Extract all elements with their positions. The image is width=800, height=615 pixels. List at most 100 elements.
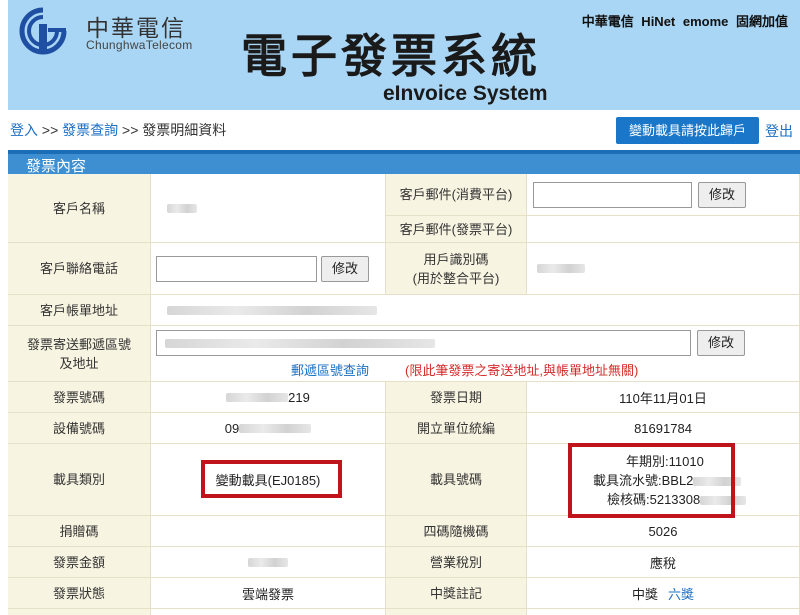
device-number-label: 設備號碼 bbox=[8, 413, 151, 444]
invoice-number-label: 發票號碼 bbox=[8, 382, 151, 413]
billing-address-label-text: 客戶帳單地址 bbox=[39, 302, 118, 318]
invoice-detail-table: 客戶名稱 客戶郵件(消費平台) 修改 客戶郵件(發票平台) 客戶聯絡電話 修改 … bbox=[8, 174, 800, 615]
invoice-number-label-text: 發票號碼 bbox=[52, 389, 105, 405]
amount-value bbox=[151, 547, 386, 578]
next-row-value bbox=[527, 609, 800, 615]
invoice-date-text: 110年11月01日 bbox=[619, 390, 707, 406]
email-consumer-label: 客戶郵件(消費平台) bbox=[386, 174, 527, 216]
postal-code-lookup-link[interactable]: 郵遞區號查詢 bbox=[291, 360, 369, 379]
amount-label: 發票金額 bbox=[8, 547, 151, 578]
customer-name-value bbox=[151, 174, 386, 243]
carrier-type-label: 載具類別 bbox=[8, 444, 151, 516]
breadcrumb: 登入 >> 發票查詢 >> 發票明細資料 bbox=[10, 120, 226, 140]
invoice-date-value: 110年11月01日 bbox=[527, 382, 800, 413]
carrier-number-highlight bbox=[568, 443, 735, 518]
mailing-address-label-subtext: 及地址 bbox=[59, 355, 99, 371]
tax-type-label-text: 營業稅別 bbox=[429, 554, 482, 570]
section-header: 發票內容 bbox=[8, 150, 800, 178]
random-code-text: 5026 bbox=[648, 523, 678, 539]
mailing-note: (限此筆發票之寄送地址,與帳單地址無關) bbox=[405, 363, 639, 378]
user-id-label-subtext: (用於整合平台) bbox=[412, 270, 500, 286]
device-number-label-text: 設備號碼 bbox=[52, 420, 105, 436]
next-row-label bbox=[8, 609, 151, 615]
breadcrumb-separator: >> bbox=[118, 122, 143, 138]
winning-label: 中獎註記 bbox=[386, 578, 527, 609]
carrier-register-button[interactable]: 變動載具請按此歸戶 bbox=[616, 117, 759, 144]
top-links[interactable]: 中華電信 HiNet emome 固網加值 bbox=[582, 11, 788, 30]
system-subtitle: eInvoice System bbox=[383, 82, 548, 105]
carrier-number-label-text: 載具號碼 bbox=[429, 472, 482, 487]
breadcrumb-current: 發票明細資料 bbox=[142, 122, 227, 138]
mailing-address-label: 發票寄送郵遞區號 及地址 bbox=[8, 326, 151, 382]
redacted-text bbox=[248, 557, 288, 567]
redacted-text bbox=[165, 339, 435, 348]
phone-input[interactable] bbox=[156, 255, 317, 282]
donation-code-label: 捐贈碼 bbox=[8, 516, 151, 547]
logout-link[interactable]: 登出 bbox=[765, 121, 793, 141]
seller-id-value: 81691784 bbox=[527, 413, 800, 444]
email-invoice-label-text: 客戶郵件(發票平台) bbox=[399, 221, 513, 237]
device-number-value: 09 bbox=[151, 413, 386, 444]
carrier-number-label: 載具號碼 bbox=[386, 444, 527, 516]
user-id-value bbox=[527, 243, 800, 295]
redacted-text bbox=[167, 305, 377, 315]
seller-id-label-text: 開立單位統編 bbox=[416, 420, 495, 436]
invoice-date-label-text: 發票日期 bbox=[429, 389, 482, 405]
mailing-address-label-text: 發票寄送郵遞區號 bbox=[26, 336, 131, 352]
phone-edit-button[interactable]: 修改 bbox=[321, 255, 370, 282]
phone-value: 修改 bbox=[151, 243, 386, 295]
seller-id-label: 開立單位統編 bbox=[386, 413, 527, 444]
carrier-type-label-text: 載具類別 bbox=[52, 472, 105, 487]
redacted-text bbox=[239, 423, 312, 433]
mailing-address-value: 修改 郵遞區號查詢 (限此筆發票之寄送地址,與帳單地址無關) bbox=[151, 326, 800, 382]
redacted-text bbox=[167, 203, 197, 213]
redacted-text bbox=[226, 392, 289, 402]
user-id-label: 用戶識別碼 (用於整合平台) bbox=[386, 243, 527, 295]
breadcrumb-separator: >> bbox=[38, 122, 63, 138]
status-text: 雲端發票 bbox=[241, 586, 294, 602]
invoice-date-label: 發票日期 bbox=[386, 382, 527, 413]
invoice-number-suffix: 219 bbox=[288, 389, 310, 405]
tax-type-value: 應稅 bbox=[527, 547, 800, 578]
status-value: 雲端發票 bbox=[151, 578, 386, 609]
chunghwa-logo-icon bbox=[19, 7, 67, 55]
invoice-number-value: 219 bbox=[151, 382, 386, 413]
tax-type-text: 應稅 bbox=[649, 555, 676, 571]
mailing-address-input[interactable] bbox=[156, 330, 691, 356]
random-code-label-text: 四碼隨機碼 bbox=[423, 523, 489, 539]
redacted-text bbox=[537, 264, 585, 273]
prize-link[interactable]: 六獎 bbox=[668, 584, 694, 603]
system-title: 電子發票系統 bbox=[241, 29, 541, 83]
email-invoice-label: 客戶郵件(發票平台) bbox=[386, 216, 527, 243]
billing-address-value bbox=[151, 295, 800, 326]
random-code-label: 四碼隨機碼 bbox=[386, 516, 527, 547]
mailing-edit-button[interactable]: 修改 bbox=[697, 330, 746, 356]
winning-label-text: 中獎註記 bbox=[429, 585, 482, 601]
device-number-prefix: 09 bbox=[224, 420, 240, 436]
donation-code-label-text: 捐贈碼 bbox=[59, 523, 99, 539]
carrier-type-highlight bbox=[201, 460, 342, 498]
breadcrumb-login-link[interactable]: 登入 bbox=[10, 122, 38, 138]
customer-name-label: 客戶名稱 bbox=[8, 174, 151, 243]
email-consumer-value: 修改 bbox=[527, 174, 800, 216]
phone-label: 客戶聯絡電話 bbox=[8, 243, 151, 295]
logo-english-name: ChunghwaTelecom bbox=[86, 38, 193, 52]
email-consumer-label-text: 客戶郵件(消費平台) bbox=[399, 187, 513, 202]
email-consumer-input[interactable] bbox=[533, 181, 692, 208]
user-id-label-text: 用戶識別碼 bbox=[423, 251, 489, 267]
donation-code-value bbox=[151, 516, 386, 547]
next-row-value bbox=[151, 609, 386, 615]
phone-label-text: 客戶聯絡電話 bbox=[39, 261, 118, 276]
email-invoice-value bbox=[527, 216, 800, 243]
billing-address-label: 客戶帳單地址 bbox=[8, 295, 151, 326]
breadcrumb-query-link[interactable]: 發票查詢 bbox=[62, 122, 118, 138]
status-label: 發票狀態 bbox=[8, 578, 151, 609]
email-edit-button[interactable]: 修改 bbox=[698, 181, 747, 208]
seller-id-text: 81691784 bbox=[634, 420, 692, 436]
next-row-label bbox=[386, 609, 527, 615]
random-code-value: 5026 bbox=[527, 516, 800, 547]
site-header: 中華電信 ChunghwaTelecom 中華電信 HiNet emome 固網… bbox=[8, 0, 800, 110]
tax-type-label: 營業稅別 bbox=[386, 547, 527, 578]
amount-label-text: 發票金額 bbox=[52, 554, 105, 570]
winning-value: 中獎 六獎 bbox=[527, 578, 800, 609]
